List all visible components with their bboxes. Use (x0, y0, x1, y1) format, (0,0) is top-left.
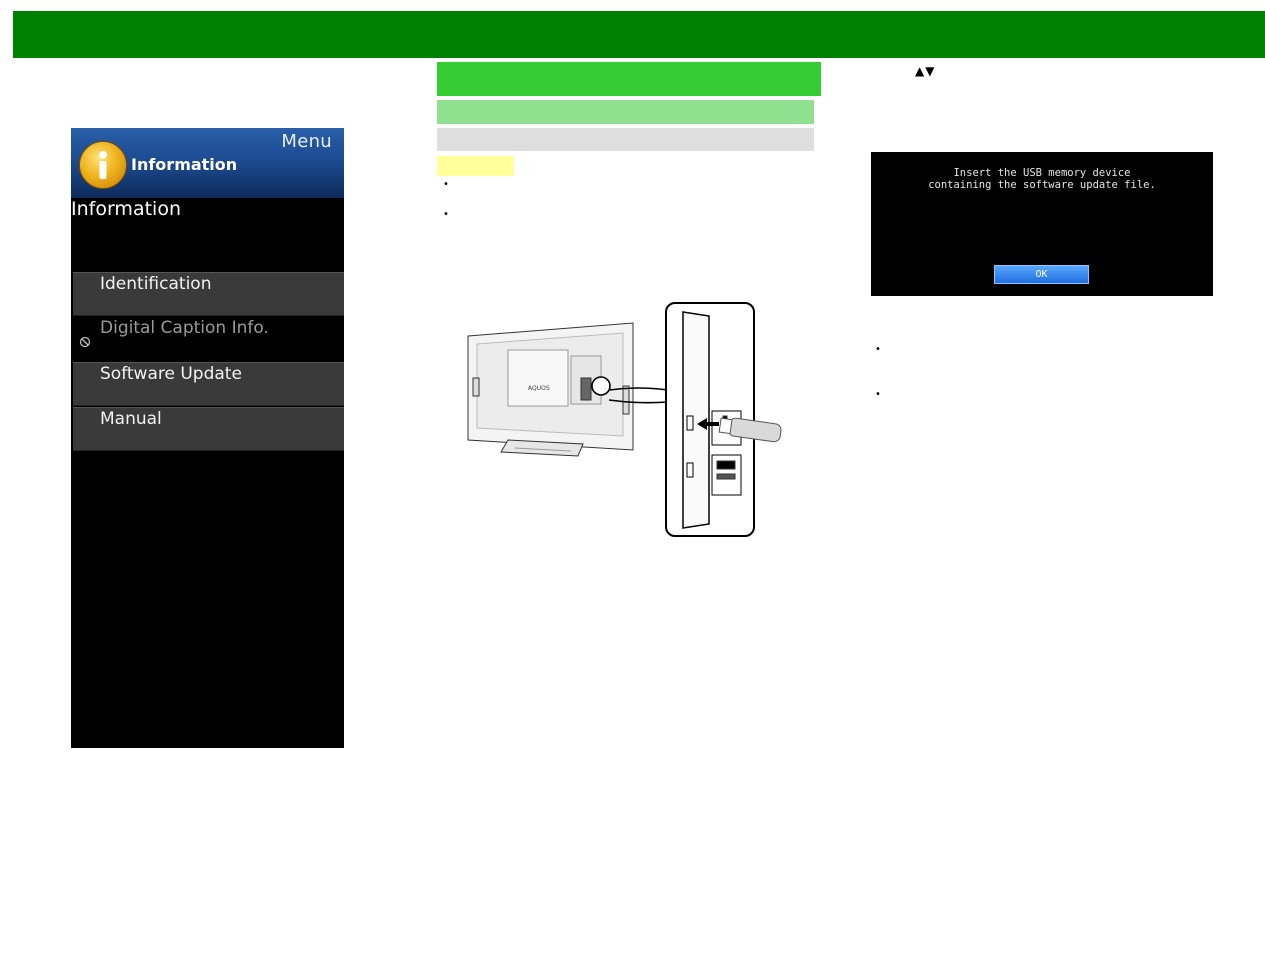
note-highlight (437, 156, 514, 176)
bullet-point: • (443, 209, 449, 220)
usb-connection-illustration: AQUOS (467, 302, 782, 537)
menu-item-label: Digital Caption Info. (100, 318, 269, 338)
section-title: Information (71, 198, 181, 220)
bullet-point: • (443, 179, 449, 190)
prohibited-icon (79, 336, 91, 348)
usb-insert-dialog: Insert the USB memory device containing … (871, 152, 1213, 296)
tv-menu-panel: Menu Information Information Identificat… (71, 128, 344, 748)
menu-item-label: Manual (100, 409, 162, 429)
menu-header-label: Menu (281, 131, 332, 152)
bullet-point: • (875, 389, 881, 400)
information-icon (79, 141, 127, 189)
menu-item-digital-caption-info: Digital Caption Info. (73, 317, 344, 359)
menu-item-label: Identification (100, 274, 212, 294)
section-heading-bar (437, 62, 821, 96)
menu-header: Menu Information (71, 128, 344, 198)
menu-item-label: Software Update (100, 364, 242, 384)
ok-button[interactable]: OK (994, 265, 1089, 284)
menu-item-identification[interactable]: Identification (73, 272, 344, 316)
step-heading-bar (437, 128, 814, 151)
top-header-bar (13, 11, 1265, 58)
dialog-message: Insert the USB memory device containing … (928, 167, 1156, 191)
bullet-point: • (875, 344, 881, 355)
tv-brand-label: AQUOS (528, 385, 550, 392)
up-down-arrow-icons: ▲▼ (915, 64, 936, 78)
menu-title: Information (131, 155, 238, 174)
menu-item-manual[interactable]: Manual (73, 407, 344, 451)
subsection-heading-bar (437, 100, 814, 124)
menu-item-software-update[interactable]: Software Update (73, 362, 344, 406)
